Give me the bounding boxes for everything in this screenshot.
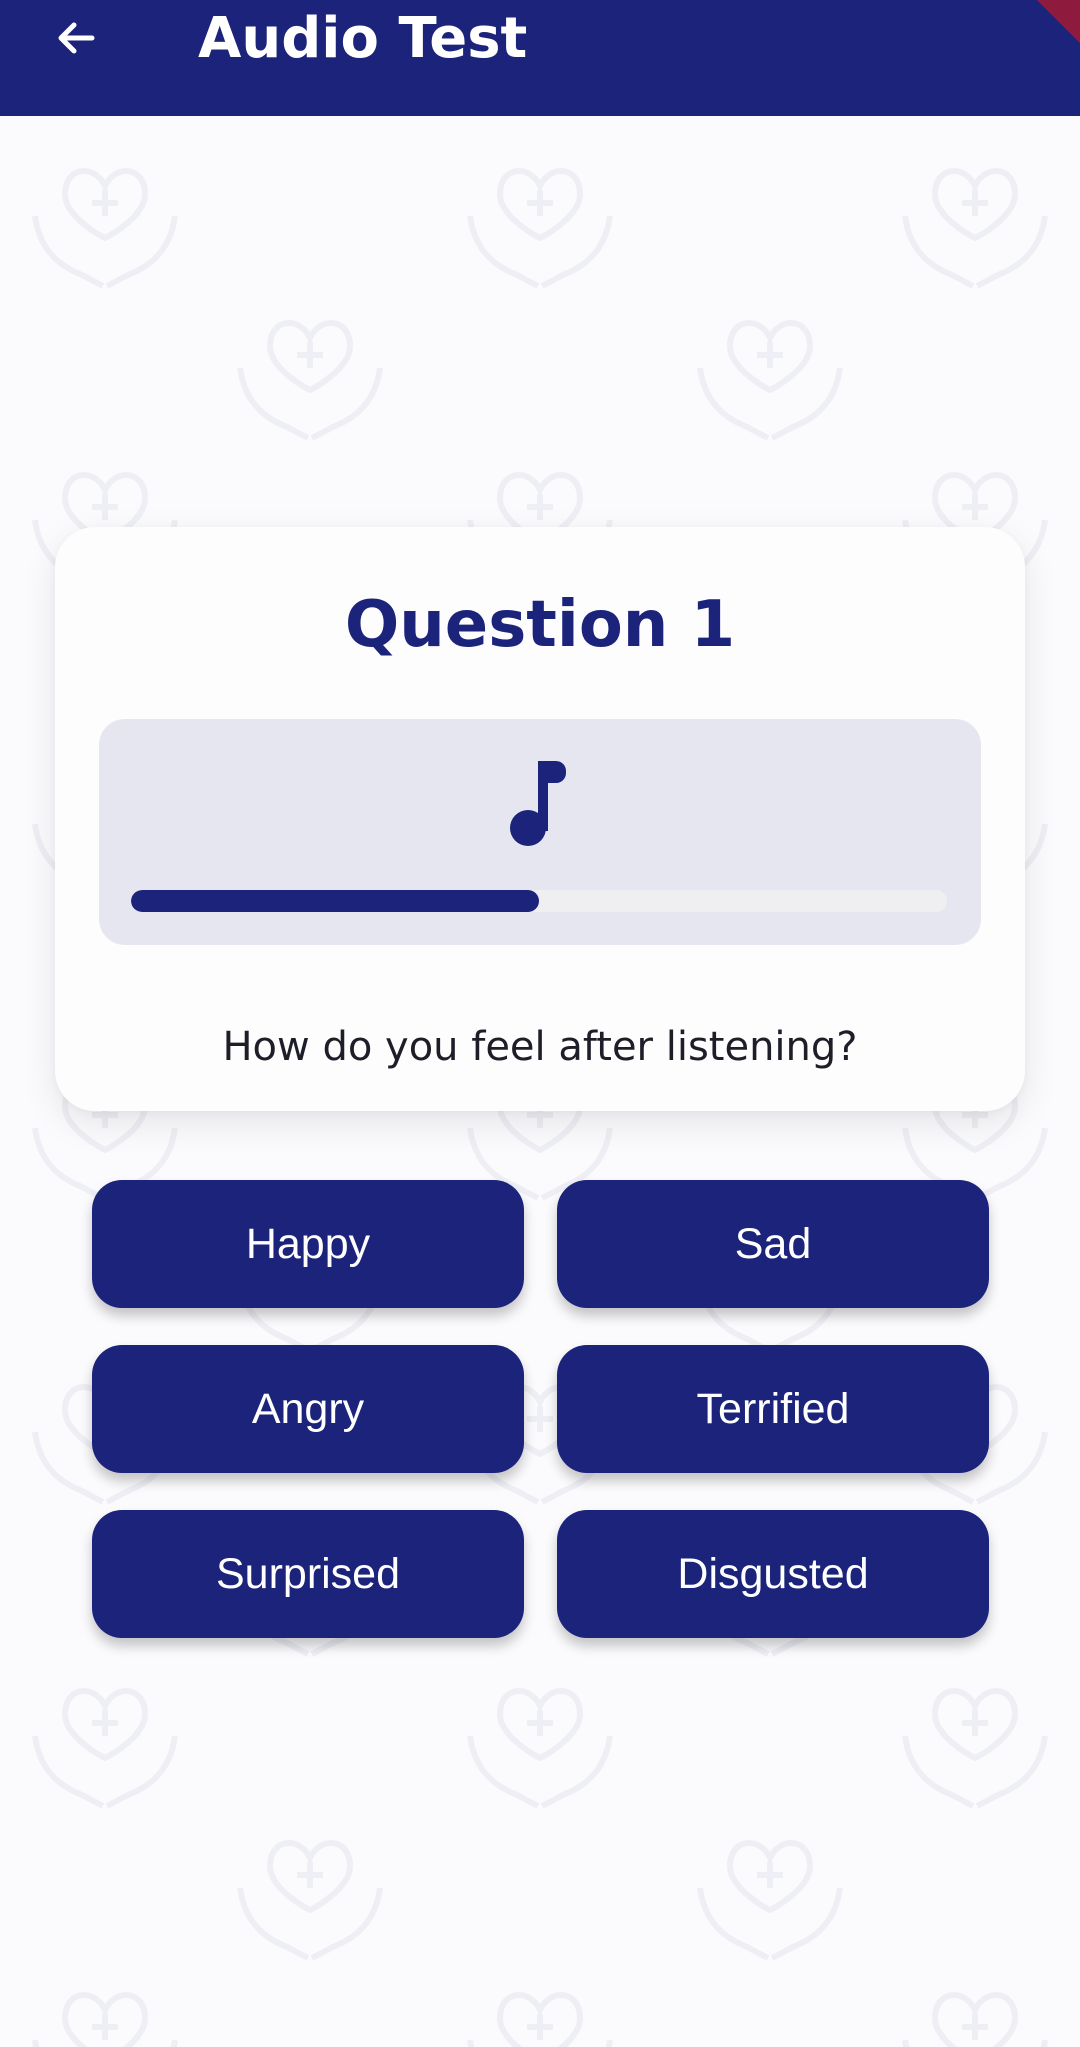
answer-button-sad[interactable]: Sad (557, 1180, 989, 1308)
answer-button-surprised[interactable]: Surprised (92, 1510, 524, 1638)
heart-hands-icon (237, 320, 383, 441)
heart-hands-icon (32, 1992, 178, 2047)
back-button[interactable] (40, 2, 112, 74)
answer-button-disgusted[interactable]: Disgusted (557, 1510, 989, 1638)
heart-hands-icon (32, 168, 178, 289)
answer-button-angry[interactable]: Angry (92, 1345, 524, 1473)
question-card: Question 1 How do you feel after listeni… (55, 527, 1025, 1111)
heart-hands-icon (902, 168, 1048, 289)
answer-button-terrified[interactable]: Terrified (557, 1345, 989, 1473)
heart-hands-icon (902, 1992, 1048, 2047)
heart-hands-icon (467, 1688, 613, 1809)
audio-progress-fill (131, 890, 539, 912)
heart-hands-icon (697, 320, 843, 441)
heart-hands-icon (467, 1992, 613, 2047)
app-bar: Audio Test (0, 0, 1080, 116)
heart-hands-icon (237, 1840, 383, 1961)
page-title: Audio Test (198, 6, 528, 71)
arrow-left-icon (58, 22, 95, 54)
debug-banner (998, 0, 1080, 54)
answer-button-happy[interactable]: Happy (92, 1180, 524, 1308)
heart-hands-icon (32, 1688, 178, 1809)
heart-hands-icon (697, 1840, 843, 1961)
question-prompt: How do you feel after listening? (222, 1024, 858, 1070)
heart-hands-icon (902, 1688, 1048, 1809)
heart-hands-icon (467, 168, 613, 289)
question-title: Question 1 (344, 588, 736, 662)
audio-player (99, 719, 981, 945)
music-note-icon (510, 761, 566, 846)
audio-progress-bar[interactable] (131, 890, 947, 912)
